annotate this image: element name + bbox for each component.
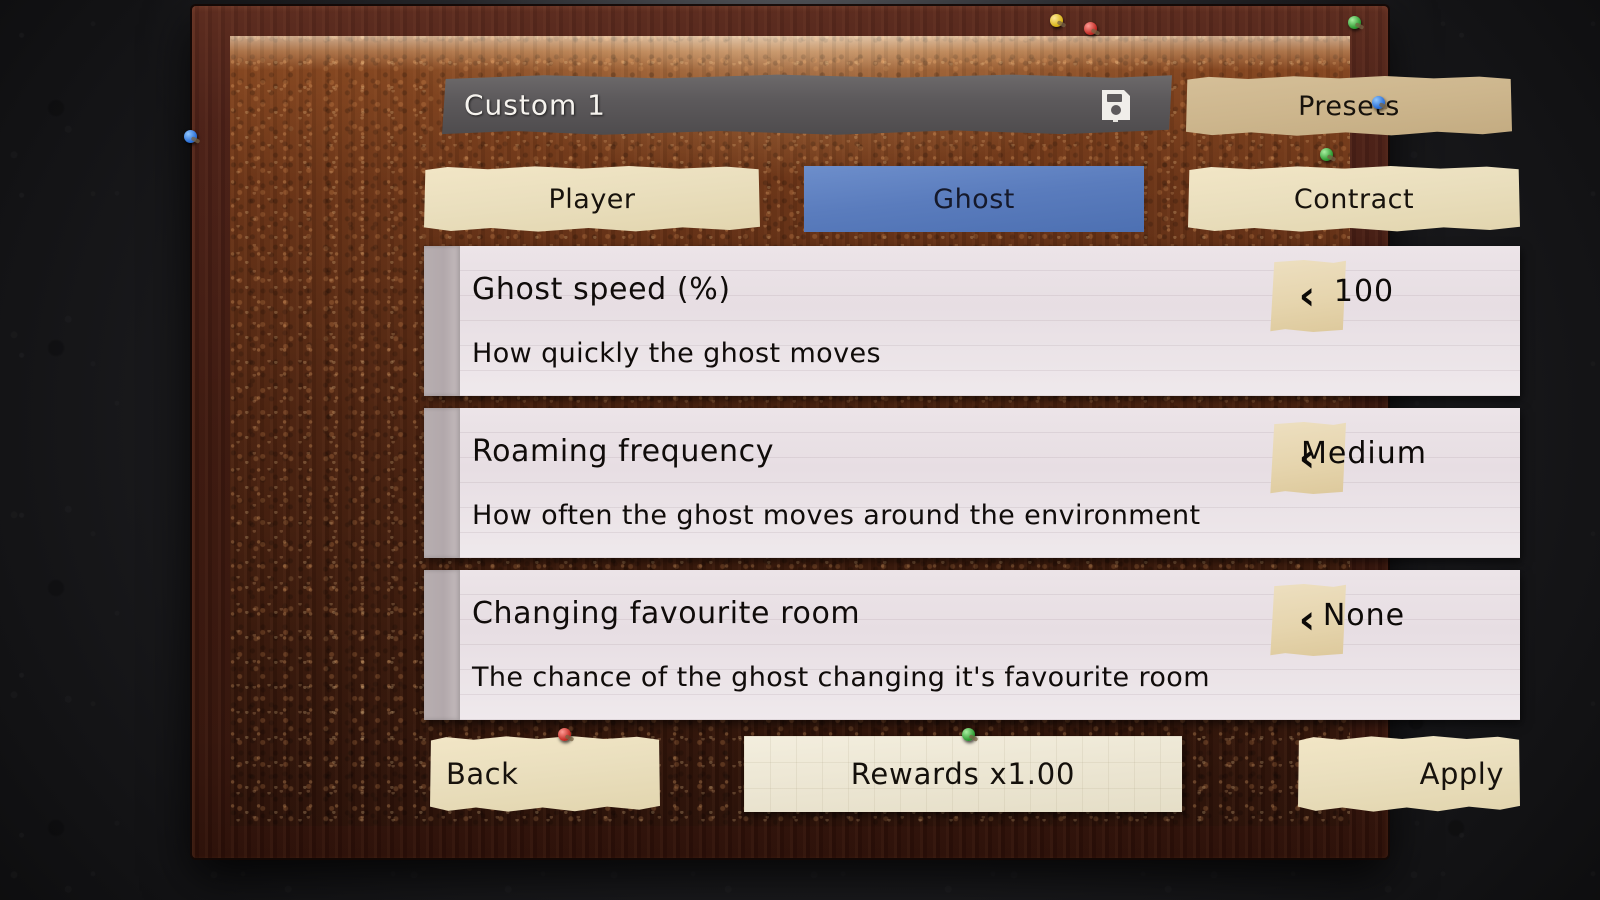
preset-name-value: Custom 1 [464,88,606,122]
pin-green-rewards-right [962,728,975,741]
apply-button[interactable]: Apply [1298,736,1520,812]
setting-description: The chance of the ghost changing it's fa… [472,662,1210,693]
setting-row: Changing favourite room The chance of th… [424,570,1520,720]
row-left-edge [424,570,460,720]
tab-ghost[interactable]: Ghost [804,166,1144,232]
row-left-edge [424,408,460,558]
setting-title: Ghost speed (%) [472,272,731,307]
corkboard-frame: Custom 1 Presets Player Ghost Contract G… [192,6,1520,858]
presets-button[interactable]: Presets [1186,76,1512,136]
rewards-label: Rewards x1.00 [850,757,1076,791]
pin-red-top [1084,22,1097,35]
rewards-multiplier-note: Rewards x1.00 [744,736,1182,812]
back-label: Back [446,757,519,791]
save-icon[interactable] [1096,84,1136,126]
setting-title: Roaming frequency [472,434,775,469]
setting-row: Roaming frequency How often the ghost mo… [424,408,1520,558]
setting-value: 100 [1333,274,1395,309]
game-screen: Custom 1 Presets Player Ghost Contract G… [0,0,1600,900]
tab-player-label: Player [548,183,636,215]
setting-description: How often the ghost moves around the env… [472,500,1201,531]
setting-row: Ghost speed (%) How quickly the ghost mo… [424,246,1520,396]
tab-player[interactable]: Player [424,166,760,232]
setting-value: None [1322,598,1406,633]
tab-contract-label: Contract [1293,183,1415,215]
tab-contract[interactable]: Contract [1188,166,1520,232]
setting-title: Changing favourite room [472,596,861,631]
pin-green-top-right [1348,16,1361,29]
pin-blue-right [1372,96,1385,109]
setting-value: Medium [1301,436,1427,471]
row-left-edge [424,246,460,396]
pin-red-rewards-left [558,728,571,741]
preset-name-bar[interactable]: Custom 1 [442,74,1172,135]
pin-yellow-top [1050,14,1063,27]
pin-green-right [1320,148,1333,161]
presets-label: Presets [1298,90,1400,122]
pin-blue-left-top [184,130,197,143]
tab-ghost-label: Ghost [933,183,1015,215]
back-button[interactable]: Back [430,736,660,812]
apply-label: Apply [1419,757,1504,791]
setting-description: How quickly the ghost moves [472,338,881,369]
